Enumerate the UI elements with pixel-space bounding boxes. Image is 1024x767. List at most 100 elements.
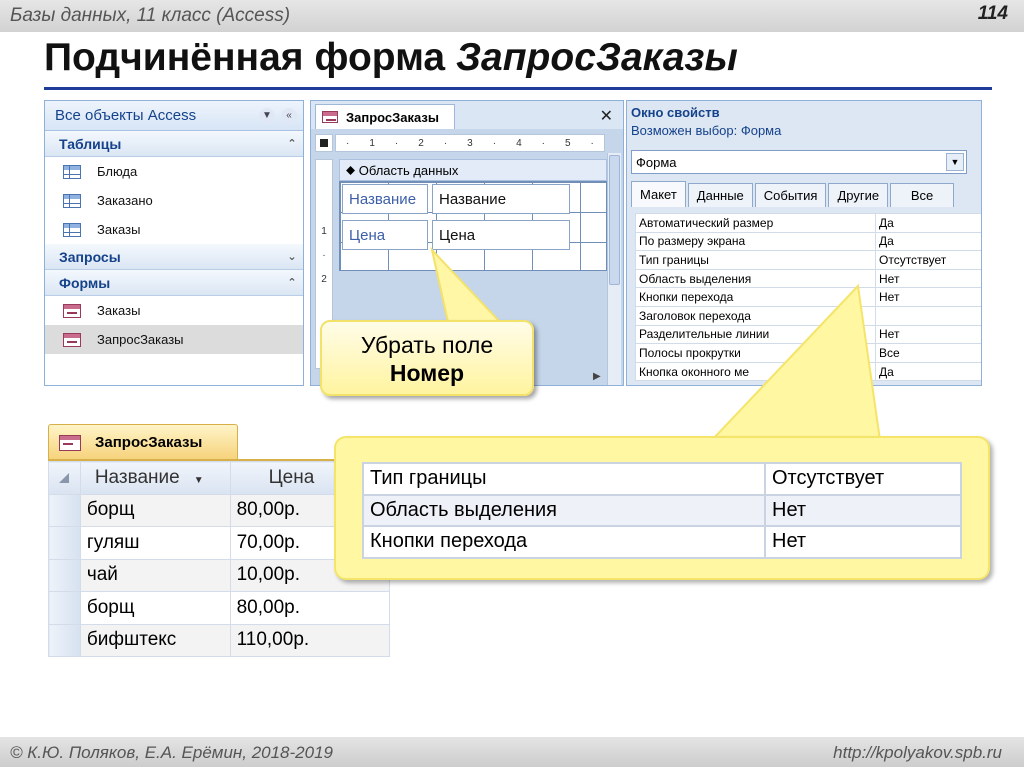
collapse-pane-icon[interactable]: « [281,107,297,124]
document-tab-label: ЗапросЗаказы [346,109,439,125]
zoom-row: Тип границы Отсутствует [362,462,962,496]
nav-item-table-zakazano[interactable]: Заказано [45,186,303,215]
chevron-up-icon: ⌃ [287,277,297,289]
close-icon[interactable]: ✕ [600,106,613,126]
chevron-down-icon[interactable]: ▼ [259,107,275,124]
nav-item-label: Заказы [97,222,141,237]
nav-pane-header[interactable]: Все объекты Access ▼ « [45,101,303,131]
select-all-corner[interactable] [48,461,81,495]
cell-name[interactable]: чай [79,558,231,592]
row-selector[interactable] [48,558,81,592]
property-name: Область выделения [635,268,876,289]
section-arrow-icon: ⬥ [346,162,359,177]
section-label: Область данных [358,162,459,178]
site-url[interactable]: http://kpolyakov.spb.ru [833,743,1002,763]
property-row[interactable]: Разделительные линии Нет [635,324,981,345]
nav-item-table-zakazy[interactable]: Заказы [45,215,303,244]
property-name: Кнопки перехода [362,525,766,559]
label-name[interactable]: Название [342,184,428,214]
form-selector[interactable] [315,134,333,152]
nav-group-tables[interactable]: Таблицы ⌃ [45,131,303,157]
column-header-label: Цена [268,466,315,488]
property-name: Разделительные линии [635,324,876,345]
slide-footer-bar: © К.Ю. Поляков, Е.А. Ерёмин, 2018-2019 h… [0,737,1024,767]
nav-item-label: Заказы [97,303,141,318]
tab-all[interactable]: Все [890,183,955,207]
cell-price[interactable]: 110,00р. [229,623,390,657]
dropdown-arrow-icon[interactable]: ▼ [194,475,204,486]
tab-data[interactable]: Данные [687,183,753,207]
zoom-row: Область выделения Нет [362,493,962,527]
property-value[interactable]: Да [875,231,981,252]
cell-name[interactable]: бифштекс [79,623,231,657]
property-value[interactable]: Отсутствует [875,250,981,270]
property-sheet: Окно свойств Возможен выбор: Форма Форма… [626,100,982,386]
property-row[interactable]: Полосы прокрутки Все [635,343,981,363]
label-price[interactable]: Цена [342,220,428,250]
property-value: Нет [764,493,962,527]
property-value[interactable] [875,305,981,326]
row-selector[interactable] [48,623,81,657]
row-selector[interactable] [48,493,81,527]
slide-title-main: Подчинённая форма [44,36,456,79]
property-grid: Автоматический размер Да По размеру экран… [635,213,981,382]
document-tab[interactable]: ЗапросЗаказы [315,104,455,129]
cell-price[interactable]: 80,00р. [229,591,390,625]
property-row[interactable]: Тип границы Отсутствует [635,250,981,270]
callout-field-name: Номер [389,360,465,386]
textbox-name[interactable]: Название [432,184,570,214]
design-grid[interactable]: Название Название Цена Цена [339,181,607,271]
property-row[interactable]: Автоматический размер Да [635,213,981,233]
dropdown-arrow-icon[interactable]: ▼ [946,153,964,171]
property-tabs: Макет Данные События Другие Все [631,181,956,209]
property-value[interactable]: Нет [875,287,981,307]
property-row[interactable]: Заголовок перехода [635,305,981,326]
nav-group-queries[interactable]: Запросы ⌄ [45,244,303,270]
row-selector[interactable] [48,526,81,560]
detail-section-bar[interactable]: ⬥ Область данных [339,159,607,181]
textbox-price[interactable]: Цена [432,220,570,250]
property-value[interactable]: Нет [875,324,981,345]
property-value[interactable]: Да [875,213,981,233]
property-value: Нет [764,525,962,559]
property-value[interactable]: Все [875,343,981,363]
object-select-value: Форма [636,154,677,170]
property-value[interactable]: Нет [875,268,981,289]
property-row[interactable]: По размеру экрана Да [635,231,981,252]
cell-name[interactable]: гуляш [79,526,231,560]
cell-name[interactable]: борщ [79,493,231,527]
selection-type: Возможен выбор: Форма [631,123,782,138]
cell-name[interactable]: борщ [79,591,231,625]
page-number: 114 [977,3,1008,24]
property-value[interactable]: Да [875,361,981,382]
nav-item-table-bluda[interactable]: Блюда [45,157,303,186]
tab-other[interactable]: Другие [828,183,889,207]
datasheet-tab[interactable]: ЗапросЗаказы [48,424,238,460]
row-selector[interactable] [48,591,81,625]
property-sheet-title: Окно свойств [631,104,720,120]
scroll-right-icon[interactable]: ▶ [593,371,601,382]
property-name: Полосы прокрутки [635,343,876,363]
property-name: По размеру экрана [635,231,876,252]
table-row[interactable]: борщ 80,00р. [48,591,390,625]
property-row[interactable]: Кнопки перехода Нет [635,287,981,307]
object-select[interactable]: Форма ▼ [631,150,967,174]
nav-item-form-zaproszakazy[interactable]: ЗапросЗаказы [45,325,303,354]
nav-group-forms[interactable]: Формы ⌃ [45,270,303,296]
table-row[interactable]: бифштекс 110,00р. [48,623,390,657]
nav-item-label: ЗапросЗаказы [97,332,184,347]
nav-item-form-zakazy[interactable]: Заказы [45,296,303,325]
property-row[interactable]: Область выделения Нет [635,268,981,289]
property-row[interactable]: Кнопка оконного ме Да [635,361,981,382]
nav-group-label: Формы [59,274,111,291]
tab-layout[interactable]: Макет [631,181,686,207]
form-icon [59,434,81,451]
column-header-name[interactable]: Название ▼ [79,461,231,495]
scroll-thumb[interactable] [609,155,620,285]
property-value: Отсутствует [764,462,962,496]
tab-events[interactable]: События [754,183,827,207]
table-icon [63,193,81,208]
chevron-down-icon: ⌄ [287,251,297,263]
table-icon [63,222,81,237]
vertical-scrollbar[interactable] [607,153,621,385]
